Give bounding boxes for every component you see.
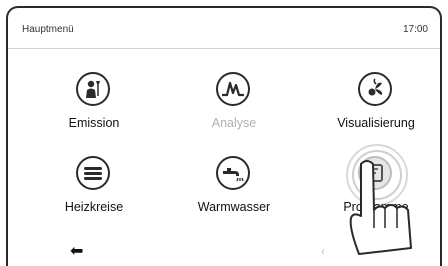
pointing-hand-icon xyxy=(349,160,412,255)
status-bar: Hauptmenü 17:00 xyxy=(8,8,440,49)
faucet-icon xyxy=(216,156,250,190)
menu-item-heizkreise[interactable]: Heizkreise xyxy=(34,156,154,230)
menu-item-label: Analyse xyxy=(211,116,257,130)
menu-item-label: Warmwasser xyxy=(197,200,271,214)
menu-item-emission[interactable]: Emission xyxy=(34,72,154,146)
fan-icon xyxy=(358,72,392,106)
page-title: Hauptmenü xyxy=(22,24,74,35)
clock: 17:00 xyxy=(402,24,428,35)
back-arrow-icon[interactable]: ⬅ xyxy=(70,244,83,260)
menu-item-warmwasser[interactable]: Warmwasser xyxy=(174,156,294,230)
device-frame: Hauptmenü 17:00 Emission Analyse Visuali… xyxy=(6,6,442,266)
waveform-icon xyxy=(216,72,250,106)
menu-item-label: Visualisierung xyxy=(337,116,415,130)
menu-item-visualisierung[interactable]: Visualisierung xyxy=(316,72,436,146)
menu-item-label: Heizkreise xyxy=(64,200,124,214)
menu-item-label: Emission xyxy=(68,116,120,130)
radiator-icon xyxy=(76,156,110,190)
chimney-sweep-icon xyxy=(76,72,110,106)
menu-item-analyse[interactable]: Analyse xyxy=(174,72,294,146)
previous-page-icon[interactable]: ‹ xyxy=(321,245,325,257)
